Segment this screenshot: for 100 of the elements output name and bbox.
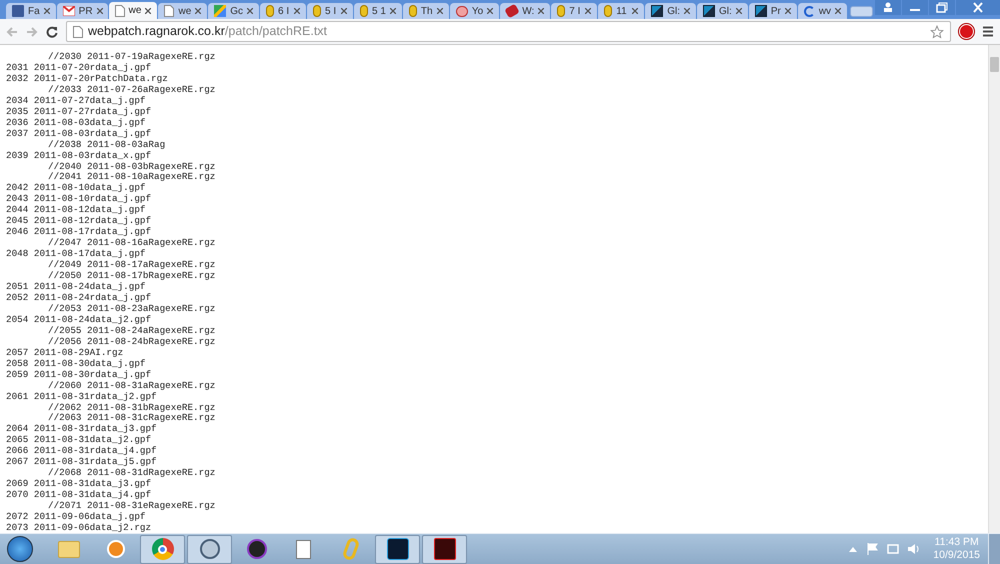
close-icon[interactable] (390, 8, 396, 14)
close-icon[interactable] (538, 8, 544, 14)
restore-icon[interactable] (928, 0, 955, 15)
scrollbar-thumb[interactable] (990, 57, 999, 72)
text-line: 2043 2011-08-10rdata_j.gpf (6, 194, 152, 205)
close-icon[interactable] (684, 8, 690, 14)
text-line: //2060 2011-08-31aRagexeRE.rgz (48, 380, 216, 392)
minimize-icon[interactable] (902, 0, 928, 15)
menu-icon[interactable] (982, 26, 994, 37)
text-line: 2037 2011-08-03rdata_j.gpf (6, 128, 152, 140)
text-line: 2070 2011-08-31data_j4.gpf (6, 490, 152, 501)
star-icon[interactable] (930, 24, 944, 38)
text-line: //2062 2011-08-31bRagexeRE.rgz (48, 402, 216, 413)
taskbar-app[interactable] (422, 534, 467, 564)
text-line: 2044 2011-08-12data_j.gpf (6, 205, 146, 216)
browser-tab[interactable]: 11 (598, 3, 644, 19)
tab-title: Gc (230, 4, 244, 18)
text-line: 2031 2011-07-20rdata_j.gpf (6, 62, 152, 74)
text-line: //2047 2011-08-16aRagexeRE.rgz (48, 238, 216, 249)
browser-tab[interactable]: Yo (450, 3, 500, 19)
tab-title: wv (818, 4, 832, 18)
text-line: //2038 2011-08-03aRag (48, 140, 166, 151)
browser-tab[interactable]: we (108, 2, 158, 19)
browser-tab[interactable]: PR (56, 3, 108, 19)
browser-tab[interactable]: Th (402, 3, 449, 19)
text-line: 2066 2011-08-31rdata_j4.gpf (6, 446, 157, 457)
text-line: 2039 2011-08-03rdata_x.gpf (6, 150, 152, 162)
tab-title: 5 1 (372, 4, 386, 18)
tab-title: Pr (770, 4, 781, 18)
browser-tab[interactable]: Gl: (697, 3, 748, 19)
text-line: //2055 2011-08-24aRagexeRE.rgz (48, 326, 216, 337)
close-icon[interactable] (835, 8, 842, 14)
tab-title: W: (522, 4, 534, 18)
url-text: webpatch.ragnarok.co.kr/patch/patchRE.txt (88, 23, 328, 40)
mail-icon (62, 6, 75, 16)
text-line: 2052 2011-08-24rdata_j.gpf (6, 292, 152, 304)
loading-icon (804, 6, 815, 16)
text-line: 2073 2011-09-06data_j2.rgz (6, 522, 152, 534)
close-icon[interactable] (487, 8, 494, 14)
tab-title: 6 I (278, 4, 290, 18)
text-line: 2058 2011-08-30data_j.gpf (6, 358, 146, 370)
close-icon[interactable] (956, 0, 1000, 15)
coin-icon (557, 5, 566, 17)
browser-tab[interactable]: 5 I (307, 3, 354, 19)
close-icon[interactable] (96, 8, 103, 14)
close-icon[interactable] (436, 8, 443, 14)
close-icon[interactable] (632, 8, 638, 14)
tab-title: Gl: (667, 4, 680, 18)
panel-icon (703, 5, 716, 17)
browser-tab[interactable]: 6 I (260, 3, 306, 19)
page-icon (114, 4, 125, 16)
text-line: 2036 2011-08-03data_j.gpf (6, 118, 146, 129)
text-line: 2054 2011-08-24data_j2.gpf (6, 314, 152, 326)
browser-tab[interactable]: Pr (748, 3, 797, 19)
text-line: 2057 2011-08-29AI.rgz (6, 348, 124, 359)
tab-title: 5 I (325, 4, 338, 18)
close-icon[interactable] (44, 8, 50, 14)
close-icon[interactable] (341, 8, 348, 14)
browser-tab[interactable]: wv (798, 3, 848, 19)
text-line: 2067 2011-08-31rdata_j5.gpf (6, 457, 157, 468)
browser-tab[interactable]: Gc (208, 3, 260, 19)
address-bar[interactable]: webpatch.ragnarok.co.kr/patch/patchRE.txt (66, 21, 951, 42)
text-line: //2030 2011-07-19aRagexeRE.rgz (48, 52, 216, 63)
browser-tab[interactable]: Fa (6, 3, 56, 19)
scrollbar[interactable] (988, 45, 1000, 533)
text-line: 2072 2011-09-06data_j.gpf (6, 512, 146, 523)
browser-tab[interactable]: 5 1 (354, 3, 402, 19)
text-line: 2035 2011-07-27rdata_j.gpf (6, 106, 152, 118)
close-icon[interactable] (145, 8, 152, 14)
text-line: 2069 2011-08-31data_j3.gpf (6, 479, 152, 490)
start-button[interactable] (7, 536, 33, 562)
close-icon[interactable] (585, 8, 592, 14)
clock-date: 10/9/2015 (933, 549, 980, 562)
text-line: //2049 2011-08-17aRagexeRE.rgz (48, 260, 216, 271)
close-icon[interactable] (784, 8, 791, 14)
browser-tab[interactable]: we (158, 3, 208, 19)
ring-icon (341, 536, 360, 562)
close-icon[interactable] (294, 8, 300, 14)
panel-icon (754, 5, 767, 17)
text-line: 2065 2011-08-31data_j2.gpf (6, 435, 152, 446)
close-icon[interactable] (736, 8, 742, 14)
text-line: 2059 2011-08-30rdata_j.gpf (6, 370, 152, 381)
text-line: 2064 2011-08-31rdata_j3.gpf (6, 424, 157, 435)
text-line: 2048 2011-08-17data_j.gpf (6, 249, 146, 260)
close-icon[interactable] (247, 8, 254, 14)
reload-icon[interactable] (46, 26, 58, 38)
adblock-icon[interactable] (959, 24, 974, 39)
tab-title: PR (78, 4, 93, 18)
browser-tab[interactable]: W: (500, 3, 550, 19)
close-icon[interactable] (195, 8, 202, 14)
clock-time: 11:43 PM (934, 536, 979, 549)
coin-icon (360, 5, 368, 17)
tab-title: we (128, 4, 142, 18)
text-line: 2045 2011-08-12rdata_j.gpf (6, 216, 152, 227)
user-icon[interactable] (874, 0, 901, 15)
browser-tab[interactable]: 7 I (551, 3, 598, 19)
taskbar-app[interactable] (375, 534, 420, 564)
coin-icon (266, 5, 274, 17)
browser-tab[interactable]: Gl: (645, 3, 696, 19)
tab-title: Gl: (719, 4, 732, 18)
